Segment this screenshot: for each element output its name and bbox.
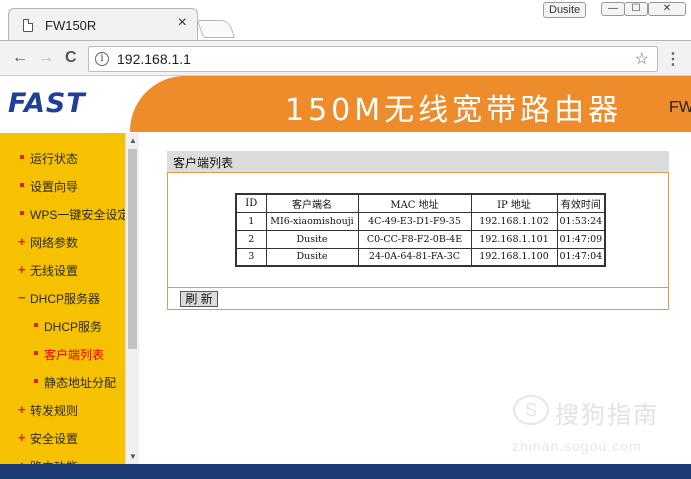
url-text[interactable]: 192.168.1.1	[117, 51, 191, 67]
col-mac-header: MAC 地址	[357, 193, 472, 213]
expand-plus-icon: +	[18, 262, 26, 277]
bullet-icon	[20, 183, 24, 187]
browser-menu-icon[interactable]: ⋮	[665, 49, 681, 69]
expand-plus-icon: +	[18, 234, 26, 249]
collapse-minus-icon: −	[18, 290, 26, 305]
table-row: 1 MI6-xiaomishouji 4C-49-E3-D1-F9-35 192…	[235, 211, 606, 231]
sidebar-item-label: DHCP服务器	[30, 292, 101, 306]
sidebar-item-2[interactable]: WPS一键安全设定	[0, 203, 125, 231]
sidebar-item-label: 安全设置	[30, 432, 79, 446]
bullet-icon	[34, 323, 38, 327]
minimize-button[interactable]: —	[601, 2, 625, 16]
panel-title: 客户端列表	[167, 151, 669, 172]
scroll-up-arrow-icon[interactable]: ▲	[129, 136, 137, 145]
fast-logo: FAST	[8, 88, 86, 119]
expand-plus-icon: +	[18, 430, 26, 445]
info-icon[interactable]: i	[95, 52, 109, 66]
sidebar-item-7[interactable]: 客户端列表	[0, 343, 125, 371]
address-bar[interactable]: i 192.168.1.1 ☆	[88, 46, 658, 72]
cell-id: 1	[235, 211, 267, 231]
cell-mac: 24-0A-64-81-FA-3C	[357, 247, 472, 267]
col-ip-header: IP 地址	[470, 193, 558, 213]
sidebar-item-label: 客户端列表	[44, 348, 105, 362]
forward-arrow-icon[interactable]: →	[38, 49, 54, 67]
sidebar-item-10[interactable]: + 安全设置	[0, 427, 125, 455]
refresh-button[interactable]: 刷 新	[180, 291, 218, 307]
tab-close-icon[interactable]: ×	[178, 14, 187, 32]
cell-time: 01:53:24	[556, 211, 606, 231]
model-name: FW	[669, 99, 691, 116]
panel-divider	[168, 287, 668, 288]
sidebar-item-9[interactable]: + 转发规则	[0, 399, 125, 427]
cell-ip: 192.168.1.100	[470, 247, 558, 267]
client-list-panel: ID 客户端名 MAC 地址 IP 地址 有效时间 1 MI6-xiaomish…	[167, 172, 669, 310]
close-window-button[interactable]: ✕	[648, 2, 686, 16]
cell-name: MI6-xiaomishouji	[265, 211, 359, 231]
sidebar-item-label: 运行状态	[30, 152, 79, 166]
bullet-icon	[34, 351, 38, 355]
tab-title: FW150R	[45, 18, 97, 33]
client-table: ID 客户端名 MAC 地址 IP 地址 有效时间 1 MI6-xiaomish…	[235, 193, 607, 267]
bullet-icon	[34, 379, 38, 383]
sidebar-menu: 运行状态 设置向导 WPS一键安全设定 + 网络参数 + 无线设置 − DHCP服务器 DHCP服…	[0, 133, 125, 464]
table-header-row: ID 客户端名 MAC 地址 IP 地址 有效时间	[235, 193, 606, 213]
cell-mac: C0-CC-F8-F2-0B-4E	[357, 229, 472, 249]
sidebar-item-label: 网络参数	[30, 236, 79, 250]
new-tab-button[interactable]	[196, 20, 236, 38]
col-time-header: 有效时间	[556, 193, 606, 213]
sidebar-item-0[interactable]: 运行状态	[0, 147, 125, 175]
sidebar-item-4[interactable]: + 无线设置	[0, 259, 125, 287]
back-arrow-icon[interactable]: ←	[12, 49, 28, 67]
table-row: 3 Dusite 24-0A-64-81-FA-3C 192.168.1.100…	[235, 247, 606, 267]
cell-time: 01:47:04	[556, 247, 606, 267]
router-header: FAST 150M无线宽带路由器 FW	[0, 76, 691, 132]
expand-plus-icon: +	[18, 402, 26, 417]
col-name-header: 客户端名	[265, 193, 359, 213]
browser-tab[interactable]: FW150R ×	[8, 8, 198, 40]
maximize-button[interactable]: ☐	[624, 2, 648, 16]
scroll-down-arrow-icon[interactable]: ▼	[129, 452, 137, 461]
sidebar-item-11[interactable]: +路由功能	[0, 455, 125, 464]
cell-name: Dusite	[265, 247, 359, 267]
cell-ip: 192.168.1.102	[470, 211, 558, 231]
watermark-text: 搜狗指南	[555, 402, 659, 429]
sidebar-item-3[interactable]: + 网络参数	[0, 231, 125, 259]
page-icon	[23, 19, 33, 32]
browser-titlebar: FW150R × Dusite — ☐ ✕	[0, 0, 691, 40]
sidebar-item-label: 无线设置	[30, 264, 79, 278]
sidebar-item-label: 转发规则	[30, 404, 79, 418]
sidebar-item-8[interactable]: 静态地址分配	[0, 371, 125, 399]
cell-mac: 4C-49-E3-D1-F9-35	[357, 211, 472, 231]
bullet-icon	[20, 155, 24, 159]
cell-id: 3	[235, 247, 267, 267]
browser-toolbar: ← → C i 192.168.1.1 ☆ ⋮	[0, 40, 691, 76]
scroll-thumb[interactable]	[128, 149, 137, 349]
bullet-icon	[20, 211, 24, 215]
sidebar-item-1[interactable]: 设置向导	[0, 175, 125, 203]
cell-time: 01:47:09	[556, 229, 606, 249]
sidebar-item-label: DHCP服务	[44, 320, 103, 334]
col-id-header: ID	[235, 193, 267, 213]
sidebar-item-label: 设置向导	[30, 180, 79, 194]
sogou-logo-icon: S	[513, 395, 549, 425]
sidebar-item-5[interactable]: − DHCP服务器	[0, 287, 125, 315]
cell-ip: 192.168.1.101	[470, 229, 558, 249]
table-row: 2 Dusite C0-CC-F8-F2-0B-4E 192.168.1.101…	[235, 229, 606, 249]
bookmark-star-icon[interactable]: ☆	[635, 49, 649, 69]
cell-name: Dusite	[265, 229, 359, 249]
sidebar-item-label: WPS一键安全设定	[30, 208, 125, 222]
watermark-url: zhinan.sogou.com	[512, 438, 642, 454]
sidebar-item-label: 静态地址分配	[44, 376, 117, 390]
cell-id: 2	[235, 229, 267, 249]
profile-badge[interactable]: Dusite	[543, 2, 587, 18]
reload-icon[interactable]: C	[65, 49, 77, 67]
sidebar-item-6[interactable]: DHCP服务	[0, 315, 125, 343]
sidebar-scrollbar[interactable]: ▲ ▼	[125, 133, 139, 464]
product-title: 150M无线宽带路由器	[285, 93, 623, 128]
footer-bar	[0, 464, 691, 479]
